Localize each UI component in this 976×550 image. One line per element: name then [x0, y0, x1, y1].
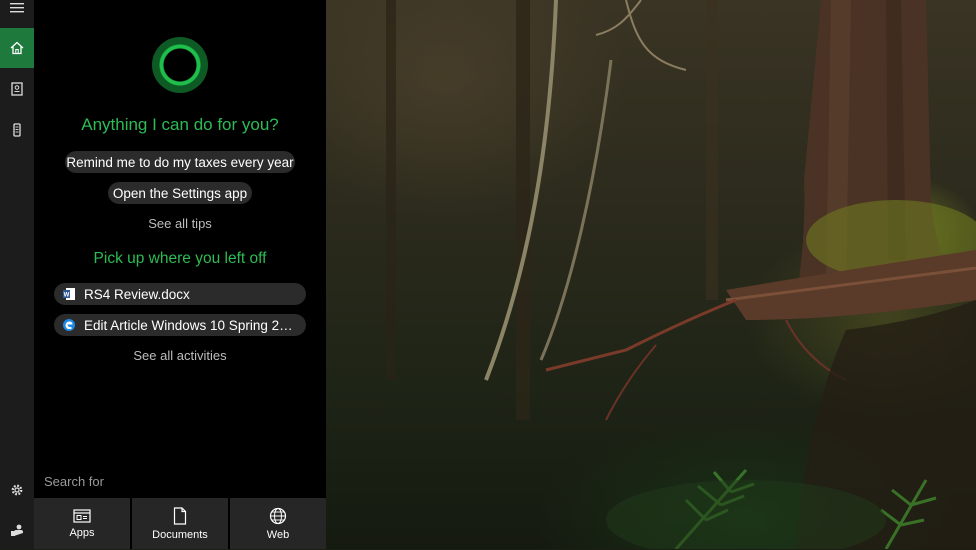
search-for-label: Search for: [44, 474, 104, 489]
svg-text:W: W: [64, 293, 70, 299]
scope-web-button[interactable]: Web: [230, 498, 326, 549]
hamburger-menu-button[interactable]: [0, 0, 34, 16]
scope-apps-label: Apps: [69, 526, 95, 539]
word-doc-icon: W: [63, 288, 75, 300]
tip-remind-taxes[interactable]: Remind me to do my taxes every year: [65, 151, 295, 173]
devices-button[interactable]: [0, 110, 34, 150]
scope-documents-button[interactable]: Documents: [132, 498, 228, 549]
home-icon: [10, 41, 24, 55]
home-button[interactable]: [0, 28, 34, 68]
feedback-icon: [11, 524, 23, 536]
edge-browser-icon: [63, 319, 75, 331]
activity-item[interactable]: Edit Article Windows 10 Spring 201...: [54, 314, 306, 336]
tip-open-settings[interactable]: Open the Settings app: [108, 182, 252, 204]
scope-documents-label: Documents: [152, 528, 208, 541]
notebook-icon: [11, 82, 23, 96]
left-rail: [0, 0, 34, 549]
apps-icon: [73, 508, 91, 523]
document-icon: [173, 506, 187, 525]
gear-icon: [11, 484, 23, 496]
scope-web-label: Web: [266, 528, 290, 541]
activity-item[interactable]: W RS4 Review.docx: [54, 283, 306, 305]
activity-label: RS4 Review.docx: [84, 286, 190, 302]
feedback-button[interactable]: [0, 510, 34, 550]
pickup-heading: Pick up where you left off: [93, 250, 267, 267]
devices-icon: [13, 123, 21, 137]
see-all-activities-link[interactable]: See all activities: [34, 348, 326, 363]
notebook-button[interactable]: [0, 69, 34, 109]
search-scope-bar: Apps Documents Web: [34, 498, 326, 549]
cortana-ring-icon: [152, 37, 208, 93]
settings-button[interactable]: [0, 470, 34, 510]
scope-apps-button[interactable]: Apps: [34, 498, 130, 549]
cortana-panel: Anything I can do for you? Remind me to …: [34, 0, 326, 549]
globe-icon: [269, 507, 287, 524]
activity-label: Edit Article Windows 10 Spring 201...: [84, 317, 306, 333]
greeting-heading: Anything I can do for you?: [81, 115, 279, 134]
desktop-wallpaper: [326, 0, 976, 549]
forest-wallpaper-image: [386, 0, 976, 549]
hamburger-menu-icon: [10, 3, 24, 13]
see-all-tips-link[interactable]: See all tips: [34, 216, 326, 231]
